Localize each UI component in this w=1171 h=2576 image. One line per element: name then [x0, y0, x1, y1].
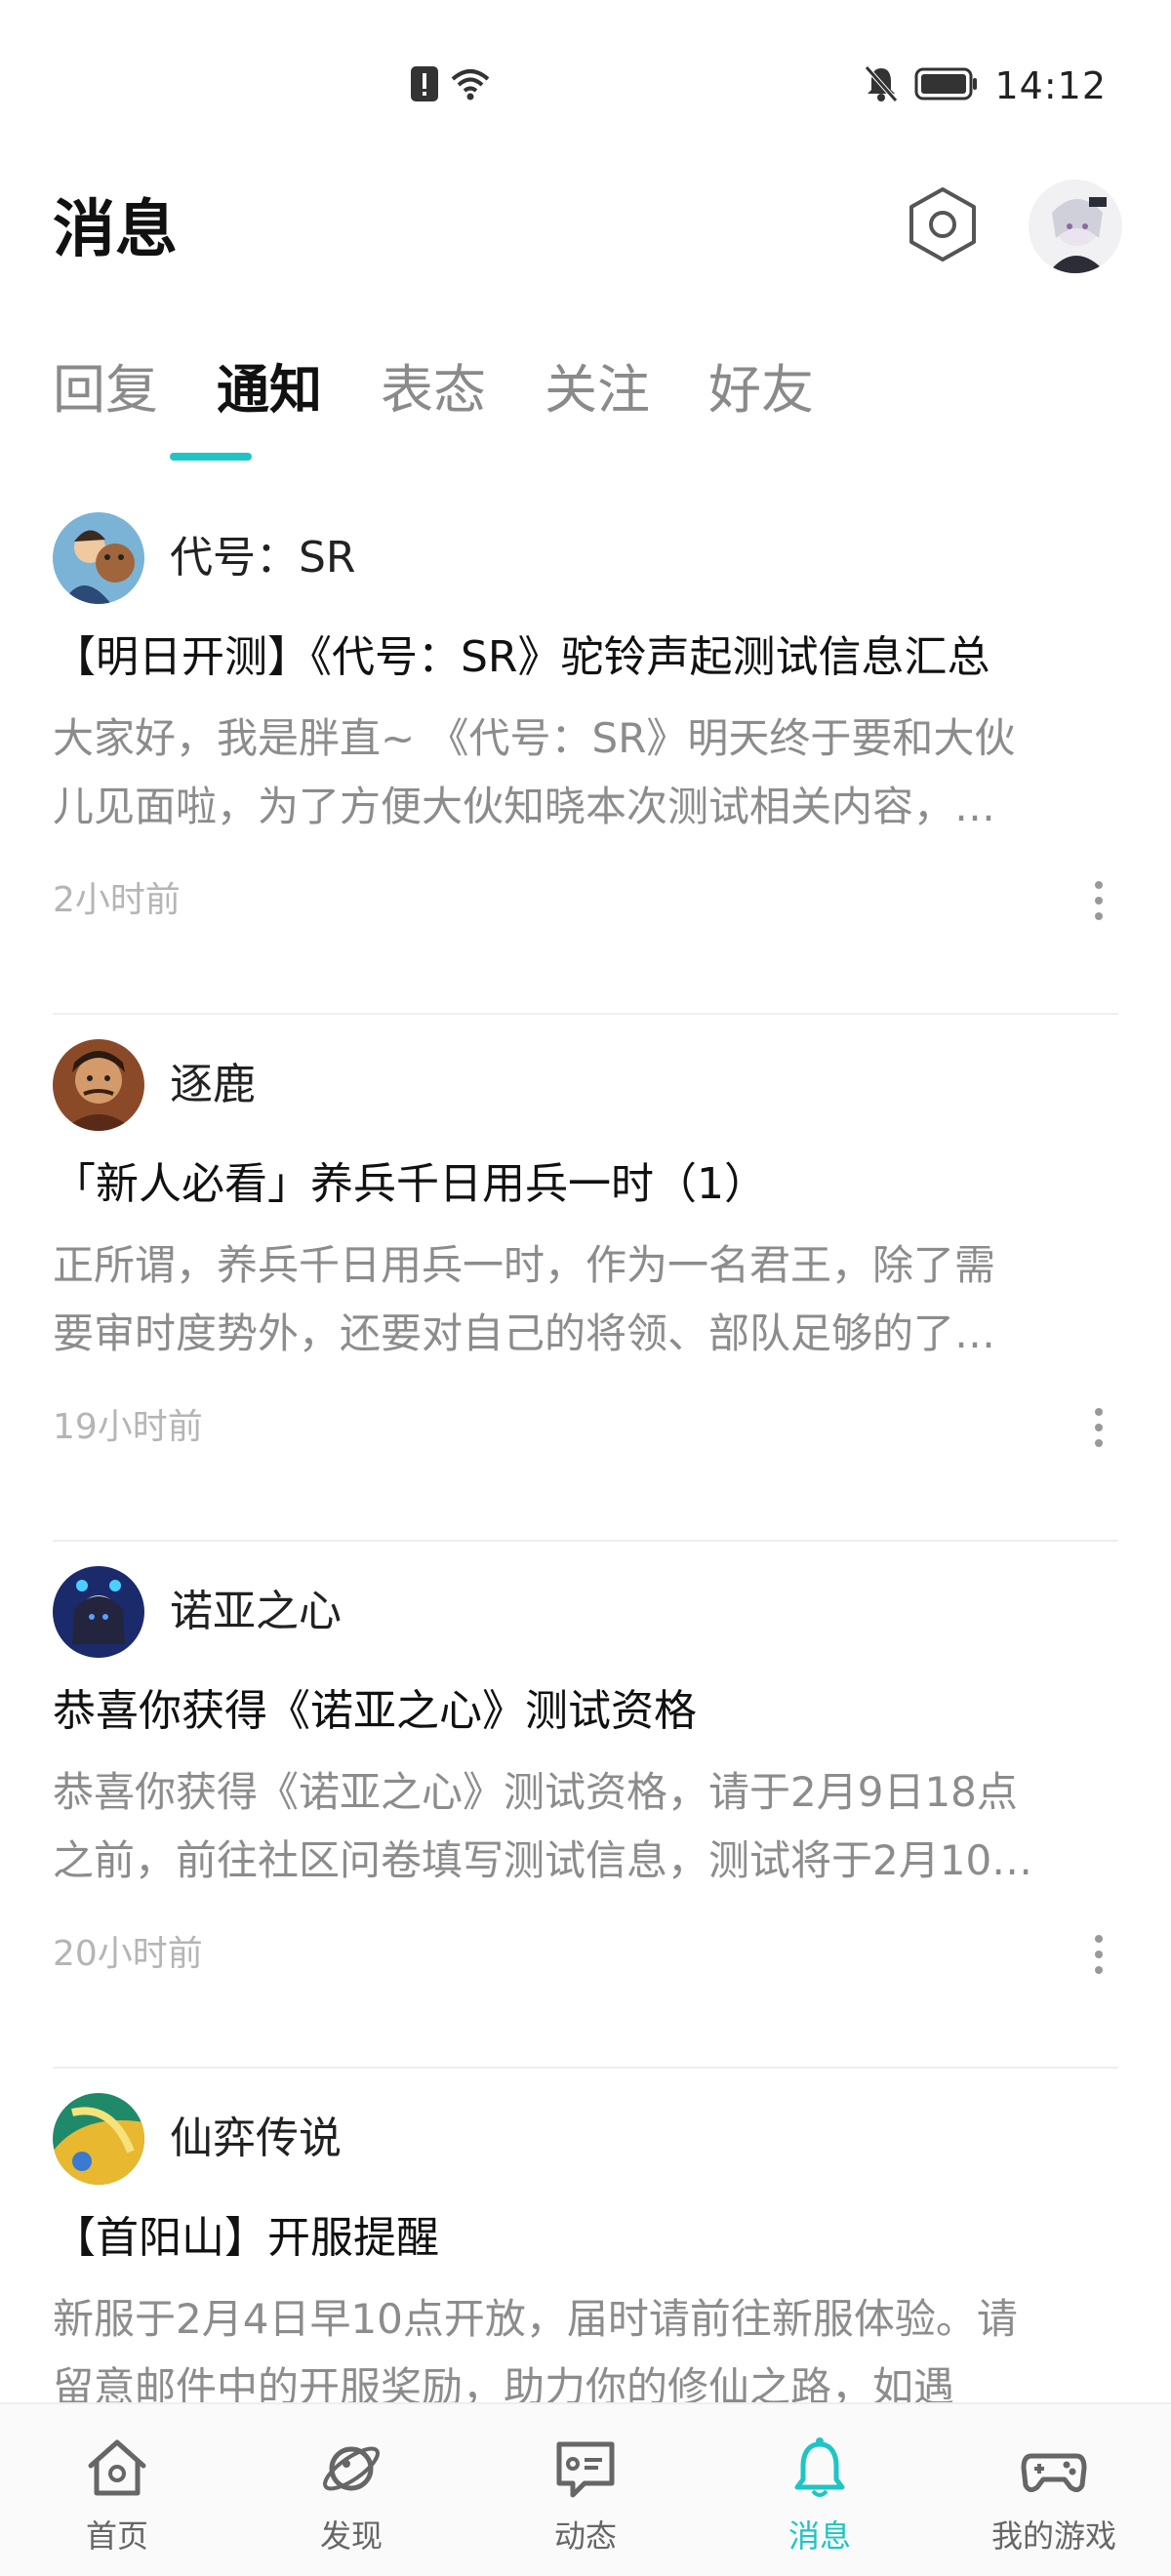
settings-button[interactable] — [902, 185, 984, 267]
wifi-icon — [449, 65, 492, 106]
settings-hexagon-icon — [904, 185, 982, 267]
tab-follow[interactable]: 关注 — [545, 351, 708, 429]
notification-time: 2小时前 — [53, 880, 181, 920]
dot — [1095, 1439, 1103, 1447]
notification-item[interactable]: 代号：SR 【明日开测】《代号：SR》驼铃声起测试信息汇总 大家好，我是胖直~ … — [0, 488, 1171, 1015]
gamepad-icon — [1019, 2434, 1089, 2504]
body-line: 儿见面啦，为了方便大伙知晓本次测试相关内容，… — [53, 783, 996, 830]
notification-body: 大家好，我是胖直~ 《代号：SR》明天终于要和大伙 儿见面啦，为了方便大伙知晓本… — [53, 704, 1126, 841]
notification-item[interactable]: 诺亚之心 恭喜你获得《诺亚之心》测试资格 恭喜你获得《诺亚之心》测试资格，请于2… — [0, 1542, 1171, 2069]
mute-bell-icon — [864, 64, 899, 107]
tab-notice[interactable]: 通知 — [217, 351, 381, 429]
notification-body: 新服于2月4日早10点开放，届时请前往新服体验。请 留意邮件中的开服奖励，助力你… — [53, 2285, 1126, 2422]
dot — [1095, 1951, 1103, 1958]
nav-discover[interactable]: 发现 — [234, 2404, 468, 2576]
battery-icon — [914, 66, 979, 105]
sender-name: 仙弈传说 — [170, 2113, 342, 2163]
home-icon — [82, 2434, 152, 2504]
tab-friends[interactable]: 好友 — [708, 351, 872, 429]
sender-avatar[interactable] — [53, 512, 144, 604]
dot — [1095, 1408, 1103, 1416]
notification-time: 19小时前 — [53, 1407, 203, 1447]
body-line: 恭喜你获得《诺亚之心》测试资格，请于2月9日18点 — [53, 1768, 1018, 1816]
clock: 14:12 — [994, 64, 1107, 107]
status-icons-center — [410, 64, 492, 107]
notification-title: 恭喜你获得《诺亚之心》测试资格 — [53, 1686, 697, 1736]
body-line: 之前，前往社区问卷填写测试信息，测试将于2月10… — [53, 1836, 1033, 1884]
sender-avatar[interactable] — [53, 1566, 144, 1658]
bottom-navigation: 首页 发现 动态 消息 我的游戏 — [0, 2402, 1171, 2576]
body-line: 正所谓，养兵千日用兵一时，作为一名君王，除了需 — [53, 1241, 996, 1289]
nav-label: 我的游戏 — [990, 2517, 1116, 2555]
nav-messages[interactable]: 消息 — [703, 2404, 937, 2576]
notification-body: 正所谓，养兵千日用兵一时，作为一名君王，除了需 要审时度势外，还要对自己的将领、… — [53, 1231, 1126, 1368]
notification-list: 代号：SR 【明日开测】《代号：SR》驼铃声起测试信息汇总 大家好，我是胖直~ … — [0, 488, 1171, 2576]
chat-icon — [550, 2434, 621, 2504]
nav-label: 动态 — [553, 2517, 617, 2555]
more-options-button[interactable] — [1077, 1930, 1120, 1979]
notification-time: 20小时前 — [53, 1934, 203, 1974]
sender-name: 诺亚之心 — [170, 1587, 342, 1636]
planet-icon — [316, 2434, 386, 2504]
nav-label: 消息 — [787, 2517, 851, 2555]
notification-item[interactable]: 逐鹿 「新人必看」养兵千日用兵一时（1） 正所谓，养兵千日用兵一时，作为一名君王… — [0, 1015, 1171, 1542]
nav-home[interactable]: 首页 — [0, 2404, 234, 2576]
more-options-button[interactable] — [1077, 876, 1120, 925]
sender-avatar[interactable] — [53, 1039, 144, 1131]
nav-feed[interactable]: 动态 — [468, 2404, 703, 2576]
more-options-button[interactable] — [1077, 1403, 1120, 1452]
notification-body: 恭喜你获得《诺亚之心》测试资格，请于2月9日18点 之前，前往社区问卷填写测试信… — [53, 1758, 1126, 1895]
tab-reply[interactable]: 回复 — [53, 351, 217, 429]
body-line: 大家好，我是胖直~ 《代号：SR》明天终于要和大伙 — [53, 714, 1016, 762]
sender-name: 逐鹿 — [170, 1060, 256, 1109]
dot — [1095, 912, 1103, 920]
tab-reaction[interactable]: 表态 — [381, 351, 545, 429]
dot — [1095, 897, 1103, 905]
nav-label: 发现 — [319, 2517, 383, 2555]
status-bar: 14:12 — [0, 0, 1171, 166]
bell-icon — [785, 2434, 855, 2504]
sender-avatar[interactable] — [53, 2093, 144, 2185]
status-icons-right: 14:12 — [864, 64, 1107, 107]
notification-title: 【首阳山】开服提醒 — [53, 2213, 439, 2263]
nav-label: 首页 — [85, 2517, 148, 2555]
body-line: 新服于2月4日早10点开放，届时请前往新服体验。请 — [53, 2295, 1018, 2343]
dot — [1095, 881, 1103, 889]
notification-title: 「新人必看」养兵千日用兵一时（1） — [53, 1159, 767, 1209]
nav-my-games[interactable]: 我的游戏 — [937, 2404, 1171, 2576]
dot — [1095, 1966, 1103, 1974]
dot — [1095, 1935, 1103, 1943]
user-avatar[interactable] — [1029, 180, 1122, 273]
sender-name: 代号：SR — [170, 533, 356, 583]
message-tabs: 回复 通知 表态 关注 好友 — [53, 351, 872, 429]
page-title: 消息 — [53, 194, 178, 266]
alert-icon — [410, 65, 439, 106]
notification-title: 【明日开测】《代号：SR》驼铃声起测试信息汇总 — [53, 632, 990, 682]
body-line: 要审时度势外，还要对自己的将领、部队足够的了… — [53, 1309, 996, 1357]
dot — [1095, 1424, 1103, 1431]
active-tab-indicator — [170, 453, 252, 461]
